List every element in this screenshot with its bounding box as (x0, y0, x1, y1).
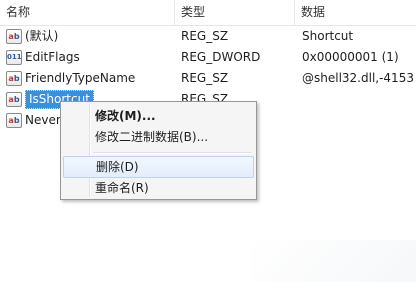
registry-value-row[interactable]: ab FriendlyTypeName REG_SZ @shell32.dll,… (0, 68, 416, 89)
value-name: (默认) (25, 29, 59, 43)
column-header-data[interactable]: 数据 (295, 0, 416, 25)
value-name: EditFlags (25, 50, 80, 64)
value-type: REG_SZ (181, 29, 229, 43)
column-header: 名称 类型 数据 (0, 0, 416, 26)
menu-item-delete[interactable]: 删除(D) (63, 156, 254, 178)
string-value-icon: ab (6, 71, 22, 86)
value-type: REG_SZ (181, 71, 229, 85)
background-shading (250, 240, 416, 282)
value-name: Never (25, 113, 61, 127)
value-type: REG_DWORD (181, 50, 261, 64)
row-name-cell: 011 EditFlags (6, 47, 80, 68)
menu-item-modify[interactable]: 修改(M)... (63, 105, 254, 127)
binary-value-icon: 011 (6, 50, 22, 65)
menu-separator (93, 152, 252, 154)
registry-value-row[interactable]: ab (默认) REG_SZ Shortcut (0, 26, 416, 47)
row-name-cell: ab Never (6, 110, 61, 131)
context-menu: 修改(M)... 修改二进制数据(B)... 删除(D) 重命名(R) (60, 101, 257, 200)
row-name-cell: ab (默认) (6, 26, 58, 47)
column-header-type[interactable]: 类型 (175, 0, 295, 25)
menu-item-rename[interactable]: 重命名(R) (63, 177, 254, 199)
value-data: @shell32.dll,-4153 (302, 71, 414, 85)
row-name-cell: ab FriendlyTypeName (6, 68, 135, 89)
registry-value-row[interactable]: 011 EditFlags REG_DWORD 0x00000001 (1) (0, 47, 416, 68)
value-data: Shortcut (302, 29, 354, 43)
value-name: FriendlyTypeName (25, 71, 136, 85)
value-data: 0x00000001 (1) (302, 50, 399, 64)
string-value-icon: ab (6, 113, 22, 128)
column-header-name[interactable]: 名称 (0, 0, 175, 25)
string-value-icon: ab (6, 29, 22, 44)
menu-item-modify-binary[interactable]: 修改二进制数据(B)... (63, 126, 254, 148)
string-value-icon: ab (6, 92, 22, 107)
